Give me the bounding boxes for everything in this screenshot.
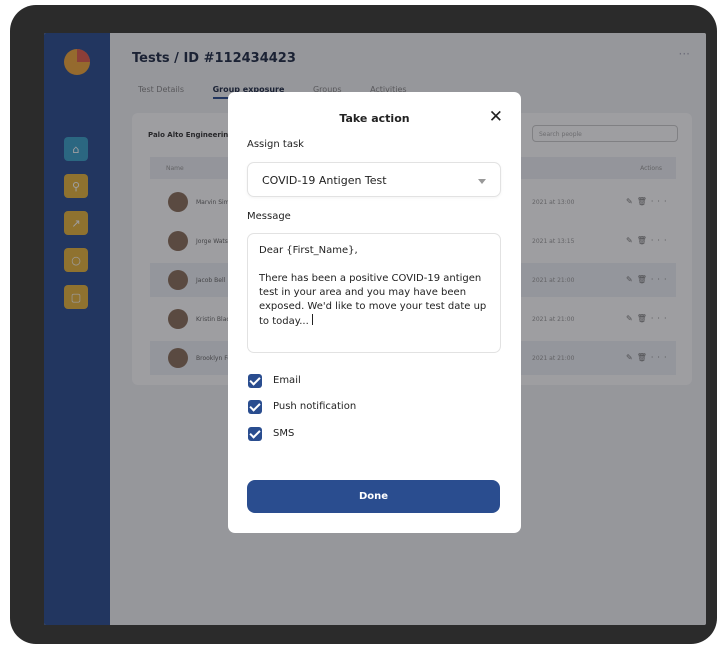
text-caret (311, 314, 313, 325)
email-label: Email (273, 375, 301, 386)
chevron-down-icon (478, 179, 486, 184)
task-select[interactable]: COVID-19 Antigen Test (247, 162, 501, 197)
sms-checkbox[interactable] (248, 427, 262, 441)
email-checkbox[interactable] (248, 374, 262, 388)
take-action-modal: Take action ✕ Assign task COVID-19 Antig… (228, 92, 521, 533)
push-notification-checkbox[interactable] (248, 400, 262, 414)
sms-label: SMS (273, 428, 295, 439)
message-body: There has been a positive COVID-19 antig… (259, 273, 487, 327)
push-notification-label: Push notification (273, 401, 357, 412)
done-button[interactable]: Done (247, 480, 500, 513)
task-select-value: COVID-19 Antigen Test (262, 174, 387, 187)
message-label: Message (247, 211, 291, 222)
message-greeting: Dear {First_Name}, (259, 245, 358, 256)
close-icon[interactable]: ✕ (489, 109, 503, 126)
message-textarea[interactable]: Dear {First_Name}, There has been a posi… (247, 233, 501, 353)
modal-title: Take action (339, 112, 410, 125)
assign-task-label: Assign task (247, 139, 304, 150)
